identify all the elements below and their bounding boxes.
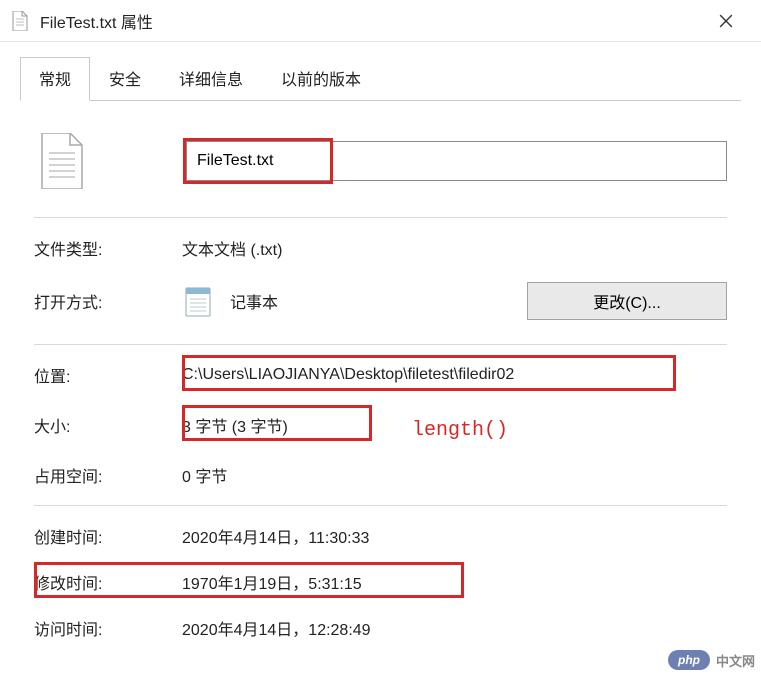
change-button[interactable]: 更改(C)...: [527, 282, 727, 320]
tab-previous-versions[interactable]: 以前的版本: [262, 57, 380, 101]
size-on-disk-row: 占用空间: 0 字节: [34, 455, 727, 495]
modified-label: 修改时间:: [34, 570, 182, 594]
open-with-row: 打开方式: 记事本 更改(C)...: [34, 268, 727, 334]
tab-details[interactable]: 详细信息: [160, 57, 262, 101]
size-label: 大小:: [34, 413, 182, 437]
tab-general[interactable]: 常规: [20, 57, 90, 101]
file-name-row: [34, 119, 727, 207]
tabs-container: 常规 安全 详细信息 以前的版本: [0, 42, 761, 101]
modified-row: 修改时间: 1970年1月19日，5:31:15: [34, 562, 727, 602]
watermark-text: 中文网: [716, 651, 755, 670]
close-button[interactable]: [703, 0, 749, 42]
location-row: 位置: C:\Users\LIAOJIANYA\Desktop\filetest…: [34, 355, 727, 395]
accessed-label: 访问时间:: [34, 616, 182, 640]
separator: [34, 217, 727, 218]
modified-value: 1970年1月19日，5:31:15: [182, 570, 727, 594]
created-row: 创建时间: 2020年4月14日，11:30:33: [34, 516, 727, 556]
php-badge: php: [668, 650, 710, 670]
tab-security[interactable]: 安全: [90, 57, 160, 101]
file-type-row: 文件类型: 文本文档 (.txt): [34, 228, 727, 268]
close-icon: [719, 14, 733, 28]
size-on-disk-value: 0 字节: [182, 463, 727, 487]
open-with-label: 打开方式:: [34, 289, 182, 313]
location-label: 位置:: [34, 363, 182, 387]
tabs: 常规 安全 详细信息 以前的版本: [20, 56, 741, 101]
file-type-label: 文件类型:: [34, 236, 182, 260]
open-with-value: 记事本: [230, 289, 278, 313]
file-large-icon: [40, 133, 96, 189]
size-row: 大小: 3 字节 (3 字节) length(): [34, 405, 727, 445]
created-value: 2020年4月14日，11:30:33: [182, 524, 727, 548]
accessed-value: 2020年4月14日，12:28:49: [182, 616, 727, 640]
location-value: C:\Users\LIAOJIANYA\Desktop\filetest\fil…: [182, 366, 727, 384]
separator: [34, 505, 727, 506]
content-panel: 文件类型: 文本文档 (.txt) 打开方式: 记事本 更改(C)... 位置:…: [0, 101, 761, 648]
size-on-disk-label: 占用空间:: [34, 463, 182, 487]
file-icon: [12, 10, 30, 32]
file-type-value: 文本文档 (.txt): [182, 236, 727, 260]
notepad-icon: [182, 284, 216, 318]
titlebar: FileTest.txt 属性: [0, 0, 761, 42]
file-name-input[interactable]: [186, 141, 727, 181]
length-annotation: length(): [412, 419, 508, 442]
separator: [34, 344, 727, 345]
watermark: php 中文网: [668, 650, 755, 670]
accessed-row: 访问时间: 2020年4月14日，12:28:49: [34, 608, 727, 648]
created-label: 创建时间:: [34, 524, 182, 548]
window-title: FileTest.txt 属性: [40, 9, 703, 33]
